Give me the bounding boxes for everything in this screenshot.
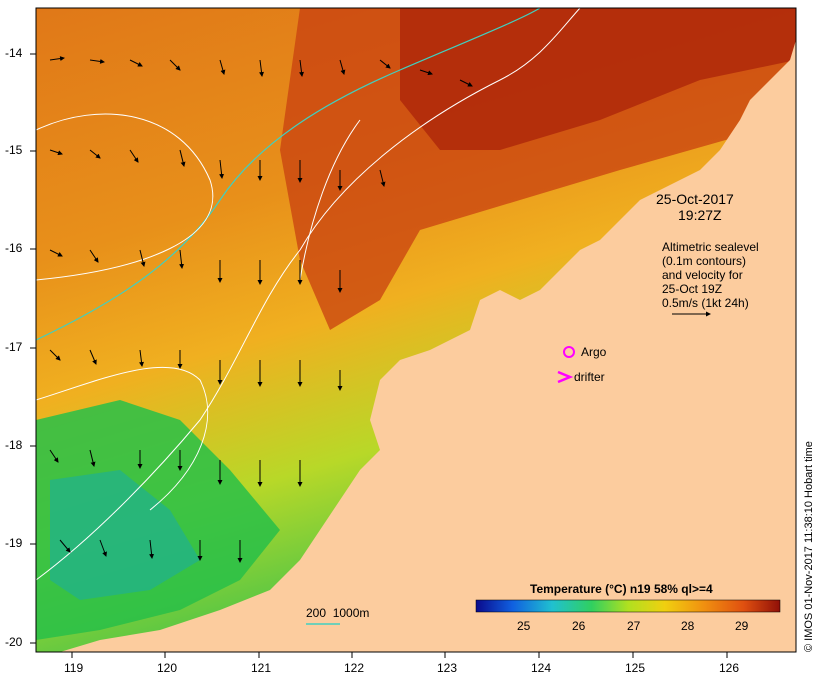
lat-label: -17 (5, 340, 23, 354)
date-label: 25-Oct-2017 (656, 191, 734, 207)
lat-label: -16 (5, 241, 23, 255)
lat-label: -20 (5, 635, 23, 649)
drifter-label: drifter (574, 370, 605, 384)
altimetry-line: and velocity for (662, 268, 743, 282)
colorbar-tick: 26 (572, 619, 586, 633)
bathy-legend-label: 200 1000m (306, 606, 370, 620)
lat-label: -15 (5, 143, 23, 157)
lon-label: 120 (157, 661, 178, 675)
lat-label: -18 (5, 438, 23, 452)
lat-label: -19 (5, 536, 23, 550)
lon-label: 123 (437, 661, 458, 675)
colorbar-tick: 25 (517, 619, 531, 633)
colorbar (475, 599, 781, 613)
argo-label: Argo (581, 345, 607, 359)
altimetry-line: 0.5m/s (1kt 24h) (662, 296, 749, 310)
sst-map (30, 7, 797, 658)
lon-label: 121 (251, 661, 272, 675)
lon-label: 125 (625, 661, 646, 675)
colorbar-tick: 27 (627, 619, 641, 633)
lon-label: 126 (719, 661, 740, 675)
time-label: 19:27Z (678, 207, 722, 223)
colorbar-title: Temperature (°C) n19 58% ql>=4 (530, 582, 713, 596)
lat-label: -14 (5, 46, 23, 60)
footer-credit: © IMOS 01-Nov-2017 11:38:10 Hobart time (803, 441, 815, 652)
lon-label: 119 (64, 661, 84, 675)
colorbar-tick: 29 (735, 619, 749, 633)
lon-label: 122 (344, 661, 365, 675)
colorbar-tick: 28 (681, 619, 695, 633)
lon-label: 124 (531, 661, 552, 675)
altimetry-line: Altimetric sealevel (662, 240, 759, 254)
altimetry-line: (0.1m contours) (662, 254, 747, 268)
altimetry-line: 25-Oct 19Z (662, 282, 723, 296)
